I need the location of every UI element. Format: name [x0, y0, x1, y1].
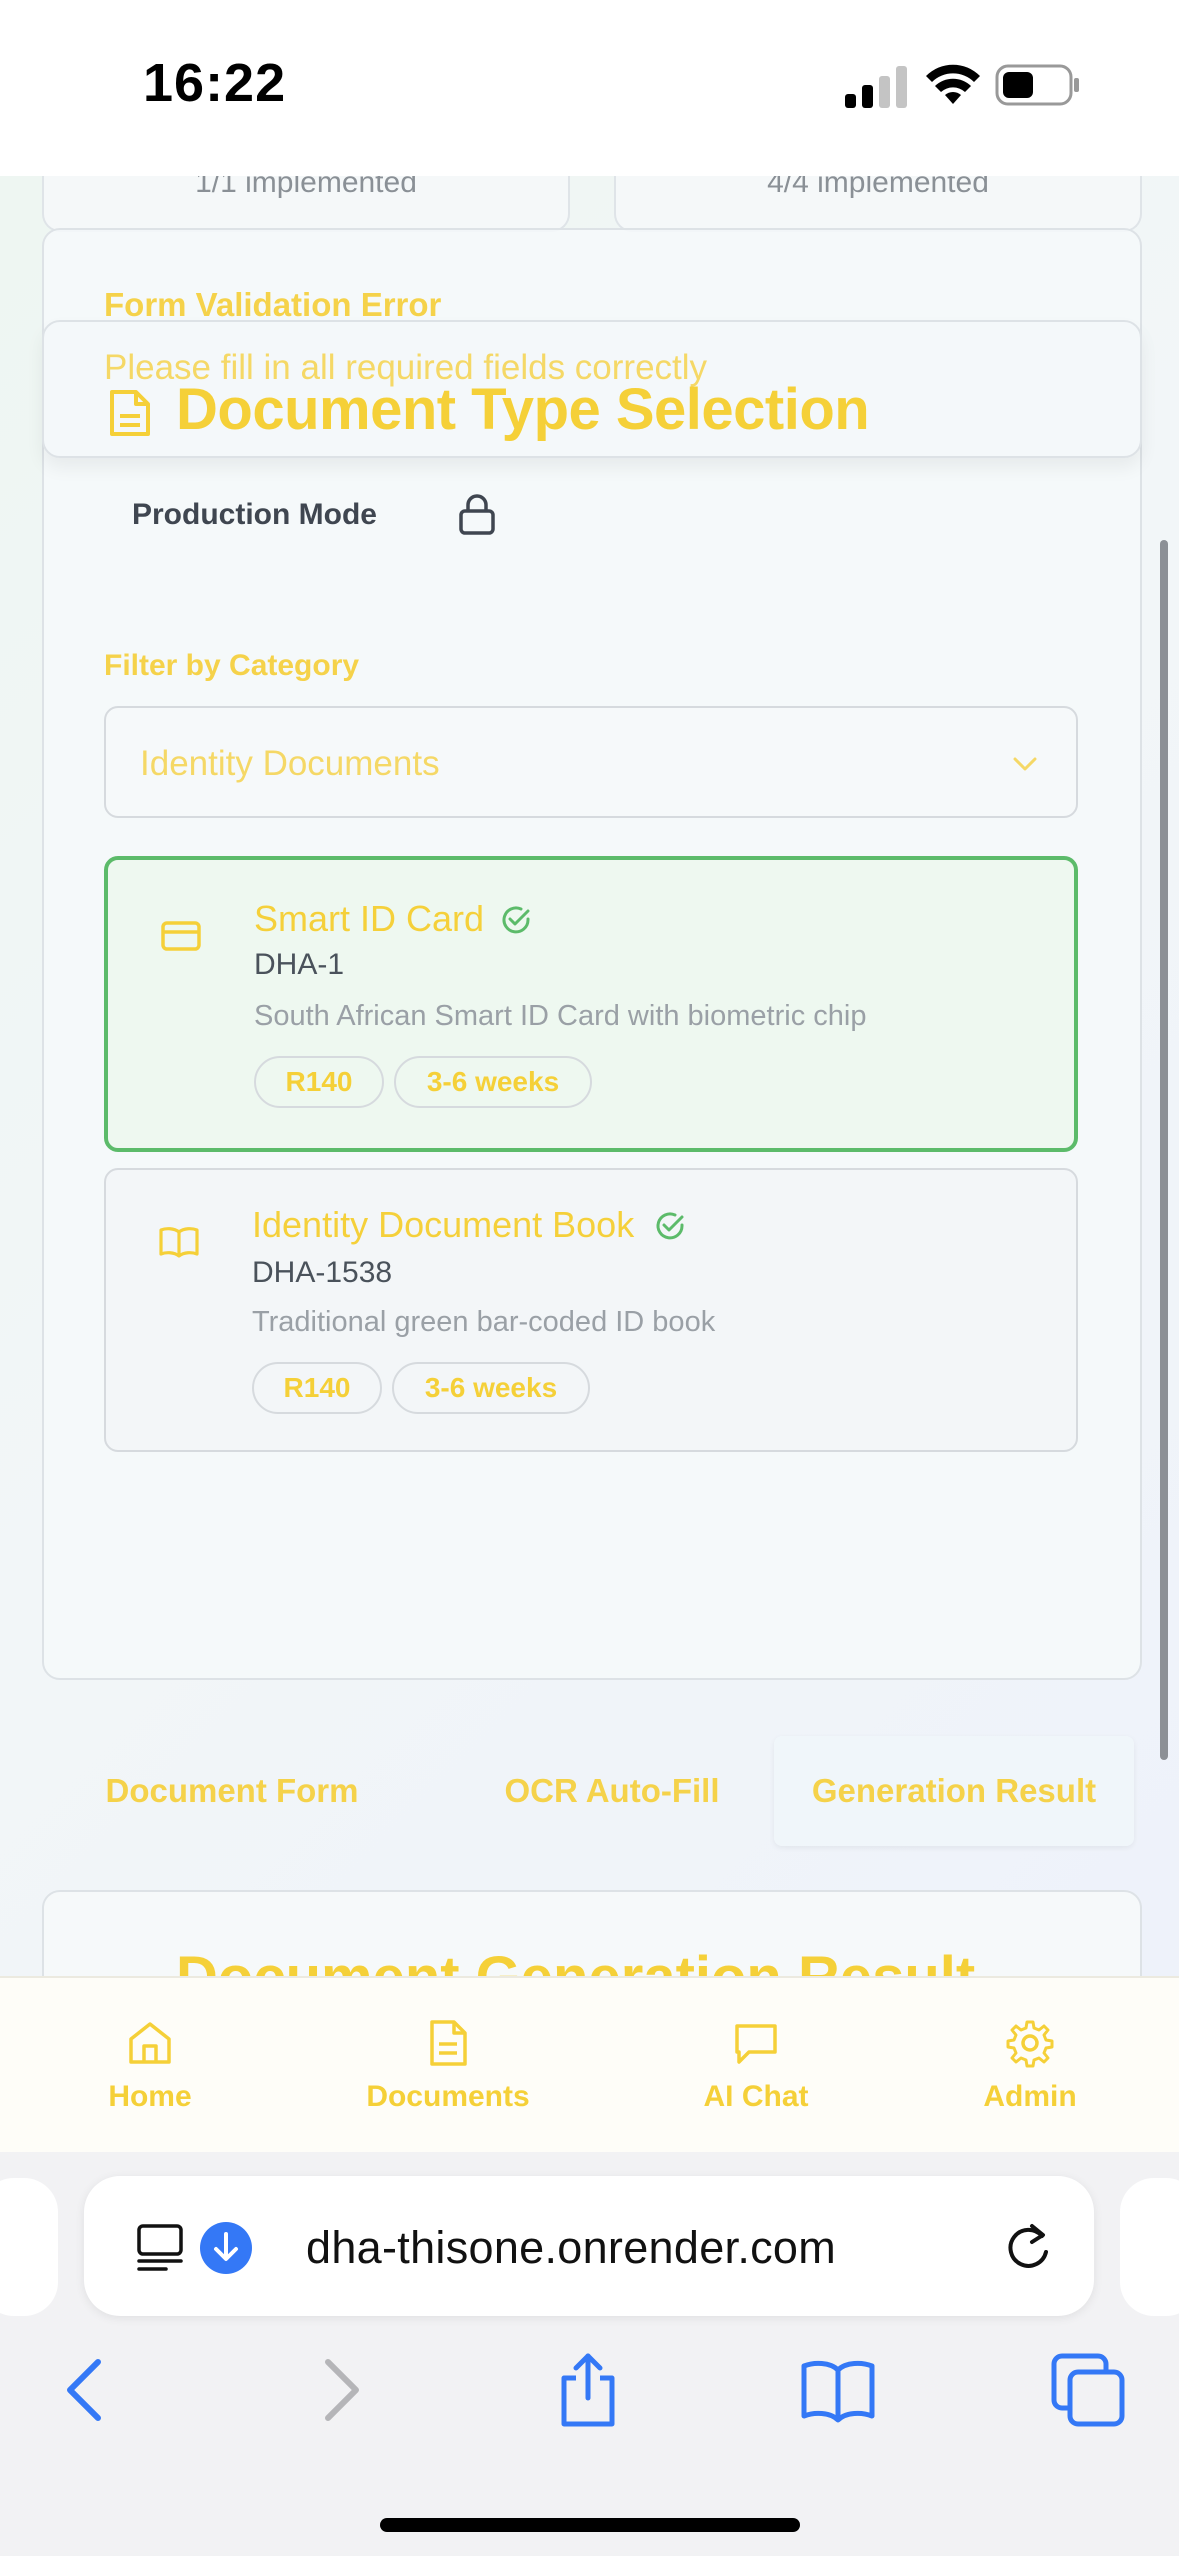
reload-icon[interactable] — [1002, 2220, 1056, 2276]
summary-card-right: 4/4 implemented — [614, 176, 1142, 232]
nav-label: Admin — [983, 2080, 1077, 2113]
credit-card-icon — [161, 921, 201, 951]
url-text: dha-thisone.onrender.com — [306, 2222, 837, 2273]
validation-error-title: Form Validation Error — [104, 286, 442, 323]
verified-check-icon — [656, 1212, 684, 1240]
tab-document-form[interactable]: Document Form — [42, 1736, 422, 1846]
price-badge: R140 — [252, 1362, 382, 1414]
nav-label: Documents — [366, 2080, 530, 2113]
nav-documents[interactable]: Documents — [358, 1978, 538, 2154]
home-indicator[interactable] — [380, 2518, 800, 2532]
document-icon — [110, 390, 150, 436]
tab-ocr-auto-fill[interactable]: OCR Auto-Fill — [442, 1736, 782, 1846]
cellular-signal-icon — [845, 66, 907, 108]
chevron-down-icon — [1013, 757, 1037, 771]
verified-check-icon — [502, 906, 530, 934]
lock-icon[interactable] — [458, 492, 496, 536]
document-code: DHA-1 — [254, 948, 345, 981]
page-content: 1/1 implemented 4/4 implemented Form Val… — [0, 176, 1179, 1976]
document-title: Smart ID Card — [254, 898, 485, 939]
summary-text: 1/1 implemented — [195, 176, 417, 199]
address-bar[interactable]: dha-thisone.onrender.com — [84, 2176, 1094, 2316]
duration-badge: 3-6 weeks — [394, 1056, 592, 1108]
wifi-icon — [926, 64, 980, 104]
nav-label: Home — [108, 2080, 192, 2113]
forward-icon[interactable] — [302, 2352, 378, 2428]
next-tab-pill[interactable] — [1120, 2178, 1179, 2316]
price-badge: R140 — [254, 1056, 384, 1108]
nav-admin[interactable]: Admin — [968, 1978, 1092, 2154]
tabs-icon[interactable] — [1050, 2352, 1126, 2428]
download-icon[interactable] — [200, 2222, 252, 2274]
chat-icon — [735, 2024, 777, 2064]
previous-tab-pill[interactable] — [0, 2178, 58, 2316]
result-tabs: Document Form OCR Auto-Fill Generation R… — [42, 1736, 1142, 1846]
page-menu-icon[interactable] — [136, 2222, 184, 2272]
nav-ai-chat[interactable]: AI Chat — [694, 1978, 818, 2154]
document-icon — [430, 2020, 467, 2066]
document-card-id-book[interactable]: Identity Document Book DHA-1538 Traditio… — [104, 1168, 1078, 1452]
production-mode-label: Production Mode — [132, 498, 377, 531]
back-icon[interactable] — [48, 2352, 124, 2428]
category-select[interactable]: Identity Documents — [104, 706, 1078, 818]
document-description: South African Smart ID Card with biometr… — [254, 1000, 867, 1032]
scrollbar-thumb[interactable] — [1160, 540, 1168, 1760]
summary-text: 4/4 implemented — [767, 176, 989, 199]
gear-icon — [1006, 2020, 1054, 2068]
bookmarks-icon[interactable] — [800, 2352, 876, 2428]
duration-badge: 3-6 weeks — [392, 1362, 590, 1414]
battery-icon — [995, 64, 1079, 106]
status-bar: 16:22 — [0, 0, 1179, 176]
document-title: Identity Document Book — [252, 1204, 635, 1245]
share-icon[interactable] — [550, 2352, 626, 2428]
document-code: DHA-1538 — [252, 1256, 393, 1289]
browser-toolbar: dha-thisone.onrender.com — [0, 2152, 1179, 2556]
summary-card-left: 1/1 implemented — [42, 176, 570, 232]
app-bottom-nav: Home Documents AI Chat Admin — [0, 1976, 1179, 2152]
document-card-smart-id[interactable]: Smart ID Card DHA-1 South African Smart … — [104, 856, 1078, 1152]
category-select-value: Identity Documents — [140, 744, 440, 783]
section-title: Document Type Selection — [176, 377, 870, 442]
document-description: Traditional green bar-coded ID book — [252, 1306, 716, 1338]
nav-label: AI Chat — [703, 2080, 809, 2113]
open-book-icon — [159, 1227, 199, 1258]
filter-label: Filter by Category — [104, 649, 360, 682]
result-title: Document Generation Result — [176, 1944, 975, 1976]
clock: 16:22 — [143, 53, 287, 113]
tab-generation-result[interactable]: Generation Result — [774, 1736, 1134, 1846]
nav-home[interactable]: Home — [90, 1978, 210, 2154]
home-icon — [129, 2022, 171, 2064]
